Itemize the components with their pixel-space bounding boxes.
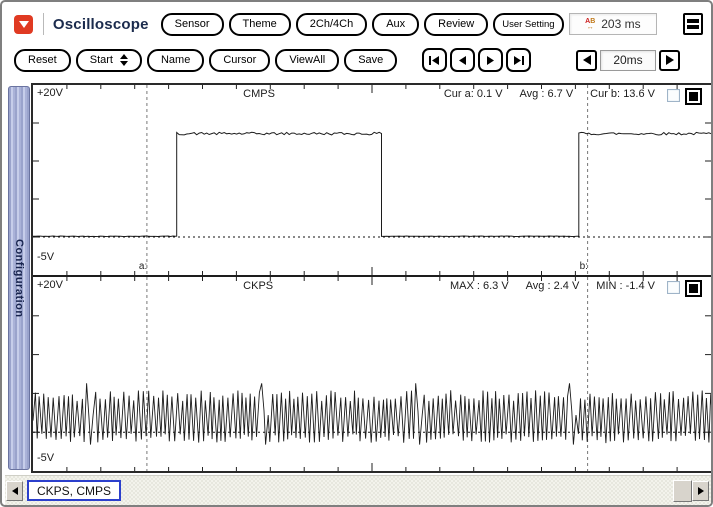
channel-mode-button[interactable]: 2Ch/4Ch	[296, 13, 367, 36]
arrows-glyph: ↔	[587, 25, 594, 30]
timebase-value: 20ms	[600, 50, 656, 71]
user-setting-button[interactable]: User Setting	[493, 13, 563, 36]
control-toolbar: Reset Start Name Cursor ViewAll Save 20m…	[14, 45, 705, 75]
skip-end-icon	[512, 55, 525, 66]
cursor-a-label: a:	[139, 261, 147, 272]
reset-button[interactable]: Reset	[14, 49, 71, 72]
ch2-min-stat: MIN : -1.4 V	[596, 280, 655, 292]
oscilloscope-window: Oscilloscope Sensor Theme 2Ch/4Ch Aux Re…	[0, 0, 713, 507]
step-back-button[interactable]	[450, 48, 475, 72]
app-dropdown-icon[interactable]	[14, 15, 33, 34]
right-triangle-icon	[698, 487, 704, 495]
cursor-time-display: AB ↔ 203 ms	[569, 13, 658, 35]
skip-to-end-button[interactable]	[506, 48, 531, 72]
ch2-max-stat: MAX : 6.3 V	[450, 280, 509, 292]
ch1-top-voltage-label: +20V	[37, 87, 63, 99]
theme-button[interactable]: Theme	[229, 13, 291, 36]
step-back-icon	[457, 55, 468, 66]
page-title: Oscilloscope	[53, 16, 149, 33]
ch1-stats: Cur a: 0.1 V Avg : 6.7 V Cur b: 13.6 V	[444, 88, 655, 100]
bottom-scrollbar: CKPS, CMPS	[5, 475, 711, 505]
ch2-color-swatch	[689, 284, 698, 293]
cmps-waveform-plot[interactable]	[33, 85, 711, 275]
title-divider	[43, 13, 44, 35]
timebase-increase-button[interactable]	[659, 50, 680, 71]
cursor-b-label: b:	[580, 261, 588, 272]
configuration-label: Configuration	[13, 239, 25, 318]
list-menu-button[interactable]	[683, 13, 703, 35]
ch2-avg-stat: Avg : 2.4 V	[526, 280, 580, 292]
ch1-color-button[interactable]	[685, 88, 702, 105]
ch2-color-button[interactable]	[685, 280, 702, 297]
ch1-visibility-checkbox[interactable]	[667, 89, 680, 102]
ch2-stats: MAX : 6.3 V Avg : 2.4 V MIN : -1.4 V	[450, 280, 655, 292]
name-button[interactable]: Name	[147, 49, 204, 72]
left-triangle-icon	[12, 487, 18, 495]
skip-to-start-button[interactable]	[422, 48, 447, 72]
ch2-top-voltage-label: +20V	[37, 279, 63, 291]
ch1-name-label: CMPS	[243, 88, 275, 100]
scroll-left-button[interactable]	[6, 481, 23, 501]
viewall-button[interactable]: ViewAll	[275, 49, 339, 72]
scrollbar-thumb[interactable]	[673, 480, 692, 502]
ckps-waveform-plot[interactable]	[33, 277, 711, 471]
top-toolbar: Oscilloscope Sensor Theme 2Ch/4Ch Aux Re…	[14, 8, 705, 40]
ch1-avg-stat: Avg : 6.7 V	[520, 88, 574, 100]
active-channels-badge: CKPS, CMPS	[27, 480, 121, 501]
channel-cmps: +20V CMPS Cur a: 0.1 V Avg : 6.7 V Cur b…	[33, 85, 711, 275]
timebase-decrease-button[interactable]	[576, 50, 597, 71]
waveform-region: +20V CMPS Cur a: 0.1 V Avg : 6.7 V Cur b…	[31, 83, 713, 473]
channel-ckps: +20V CKPS MAX : 6.3 V Avg : 2.4 V MIN : …	[33, 277, 711, 471]
start-label: Start	[90, 54, 113, 66]
spinner-arrows-icon	[120, 54, 128, 66]
scroll-right-button[interactable]	[692, 481, 709, 501]
right-triangle-icon	[665, 54, 675, 66]
ch1-bottom-voltage-label: -5V	[37, 251, 54, 263]
step-forward-button[interactable]	[478, 48, 503, 72]
cursor-button[interactable]: Cursor	[209, 49, 270, 72]
step-forward-icon	[485, 55, 496, 66]
sensor-button[interactable]: Sensor	[161, 13, 224, 36]
menu-bar-icon	[687, 25, 699, 29]
ch1-cur-a-stat: Cur a: 0.1 V	[444, 88, 503, 100]
timebase-control: 20ms	[576, 50, 680, 71]
save-button[interactable]: Save	[344, 49, 397, 72]
ab-cursor-time-icon: AB ↔	[585, 19, 595, 30]
ch1-color-swatch	[689, 92, 698, 101]
ch1-cur-b-stat: Cur b: 13.6 V	[590, 88, 655, 100]
ch2-visibility-checkbox[interactable]	[667, 281, 680, 294]
skip-start-icon	[428, 55, 441, 66]
menu-bar-icon	[687, 19, 699, 23]
down-triangle-icon	[19, 21, 29, 28]
left-triangle-icon	[582, 54, 592, 66]
scrollbar-track[interactable]	[121, 476, 673, 505]
configuration-tab[interactable]: Configuration	[8, 86, 30, 470]
aux-button[interactable]: Aux	[372, 13, 419, 36]
start-button[interactable]: Start	[76, 49, 142, 72]
ch2-bottom-voltage-label: -5V	[37, 452, 54, 464]
cursor-time-value: 203 ms	[601, 17, 640, 31]
review-button[interactable]: Review	[424, 13, 488, 36]
ch2-name-label: CKPS	[243, 280, 273, 292]
playback-controls	[422, 48, 531, 72]
